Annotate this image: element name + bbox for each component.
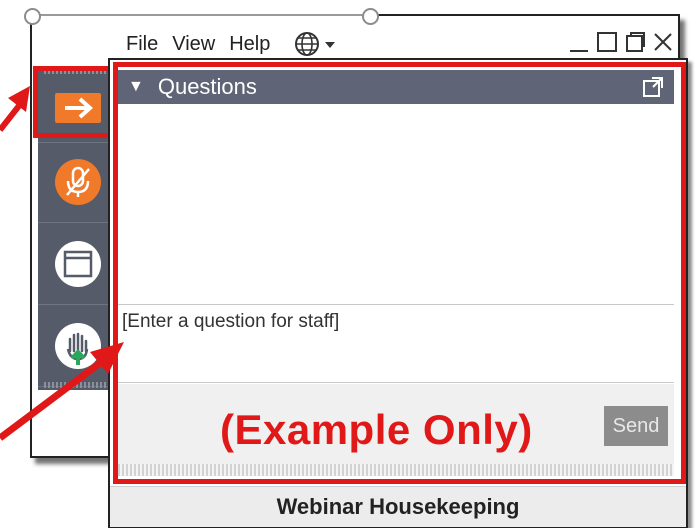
annotation-arrow [0, 342, 124, 441]
annotation-arrow [0, 86, 30, 132]
annotation-arrows [0, 86, 124, 441]
